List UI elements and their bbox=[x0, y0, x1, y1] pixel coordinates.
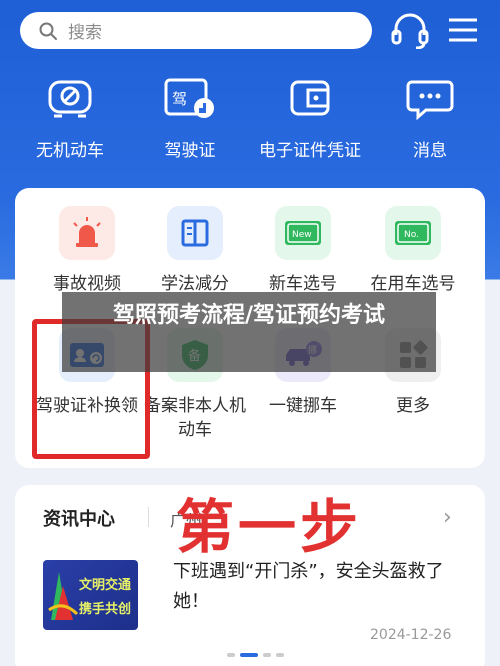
service-new-plate[interactable]: New 新车选号 bbox=[245, 206, 361, 296]
message-icon bbox=[406, 80, 454, 121]
used-plate-icon: No. bbox=[395, 221, 431, 245]
menu-icon[interactable] bbox=[446, 14, 480, 46]
svg-text:驾: 驾 bbox=[172, 90, 187, 108]
service-study-deduct[interactable]: 学法减分 bbox=[137, 206, 253, 296]
e-wallet-icon bbox=[290, 80, 330, 116]
driver-license-icon: 驾 bbox=[164, 78, 214, 118]
service-label: 更多 bbox=[396, 396, 430, 416]
quick-entries: 无机动车 驾 驾驶证 电子证件凭证 消息 bbox=[0, 70, 500, 170]
thumb-line-1: 文明交通 bbox=[79, 578, 132, 593]
used-plate-badge: No. bbox=[404, 230, 419, 240]
news-header: 资讯中心 bbox=[43, 509, 115, 530]
search-bar[interactable]: 搜索 bbox=[20, 12, 372, 49]
thumb-line-2: 携手共创 bbox=[79, 602, 132, 617]
service-label: 一键挪车 bbox=[269, 396, 337, 416]
quick-label: 无机动车 bbox=[36, 141, 104, 161]
news-title[interactable]: 下班遇到“开门杀”，安全头盔救了她！ bbox=[173, 557, 463, 617]
new-plate-badge: New bbox=[292, 230, 312, 240]
service-used-plate[interactable]: No. 在用车选号 bbox=[355, 206, 471, 296]
new-plate-icon: New bbox=[285, 221, 321, 245]
news-date: 2024-12-26 bbox=[370, 627, 452, 643]
search-icon bbox=[39, 22, 57, 40]
step-annotation: 第一步 bbox=[176, 493, 363, 561]
quick-e-certificate[interactable]: 电子证件凭证 bbox=[250, 70, 370, 161]
chevron-right-icon[interactable]: › bbox=[443, 505, 452, 530]
search-placeholder: 搜索 bbox=[68, 23, 102, 43]
news-thumbnail[interactable]: 文明交通 携手共创 bbox=[43, 560, 138, 630]
study-book-icon bbox=[181, 219, 209, 247]
carousel-dots bbox=[227, 653, 284, 657]
no-vehicle-icon bbox=[48, 80, 92, 118]
quick-driver-license[interactable]: 驾 驾驶证 bbox=[130, 70, 250, 161]
quick-label: 电子证件凭证 bbox=[259, 141, 361, 161]
quick-no-vehicle[interactable]: 无机动车 bbox=[10, 70, 130, 161]
service-label: 备案非本人机动车 bbox=[144, 396, 246, 440]
top-bar: 搜索 bbox=[0, 0, 500, 60]
quick-label: 消息 bbox=[413, 141, 447, 161]
overlay-caption: 驾照预考流程/驾证预约考试 bbox=[62, 292, 436, 372]
service-accident-video[interactable]: 事故视频 bbox=[29, 206, 145, 296]
headset-icon[interactable] bbox=[390, 13, 430, 49]
traffic-logo-icon bbox=[48, 572, 79, 620]
quick-messages[interactable]: 消息 bbox=[370, 70, 490, 161]
news-divider bbox=[148, 507, 149, 527]
accident-alarm-icon bbox=[73, 217, 101, 247]
quick-label: 驾驶证 bbox=[164, 141, 216, 161]
